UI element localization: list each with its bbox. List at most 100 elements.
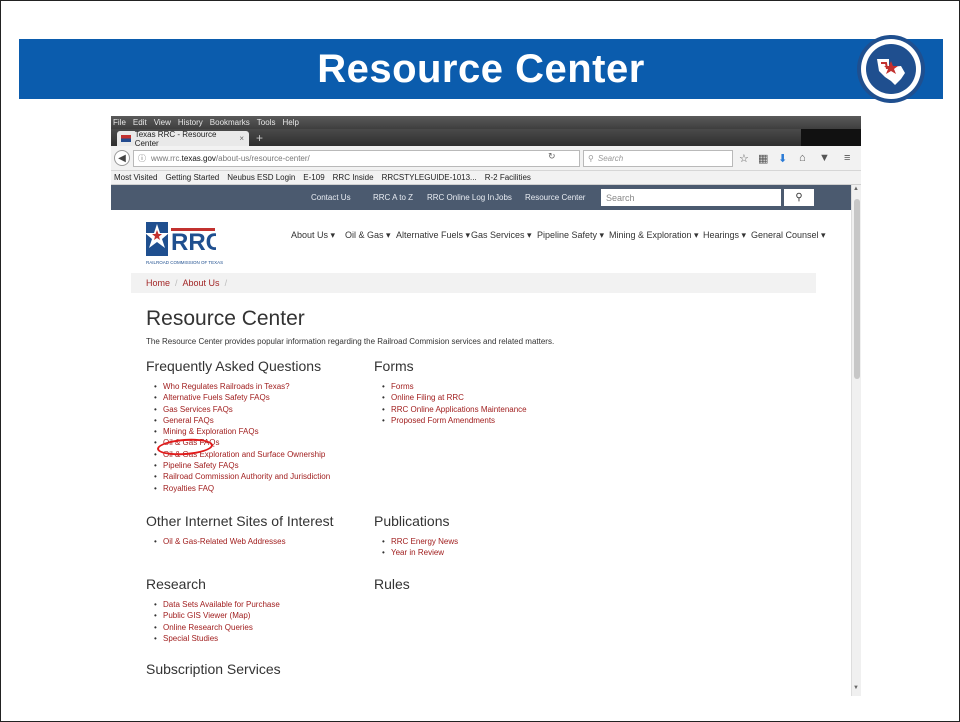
list-item[interactable]: Alternative Fuels Safety FAQs — [153, 392, 330, 404]
scrollbar-thumb[interactable] — [854, 199, 860, 379]
slide-title: Resource Center — [317, 46, 645, 91]
list-item[interactable]: Oil & Gas-Related Web Addresses — [153, 536, 286, 548]
menu-item-help[interactable]: Help — [282, 118, 298, 127]
address-bar[interactable]: ⓘ www.rrc. texas.gov/about-us/resource-ce… — [133, 150, 580, 167]
section-title-other-sites: Other Internet Sites of Interest — [146, 513, 334, 529]
nav-alternative-fuels[interactable]: Alternative Fuels ▾ — [396, 230, 470, 241]
util-link-rrc-a-to-z[interactable]: RRC A to Z — [373, 193, 413, 202]
list-item[interactable]: Proposed Form Amendments — [381, 415, 527, 427]
info-icon[interactable]: ⓘ — [138, 153, 146, 164]
breadcrumb-separator: / — [224, 278, 228, 288]
breadcrumb-home[interactable]: Home — [146, 278, 170, 288]
pocket-icon[interactable]: ▼ — [819, 152, 830, 164]
nav-general-counsel[interactable]: General Counsel ▾ — [751, 230, 826, 241]
browser-search-placeholder: Search — [597, 154, 624, 163]
bookmark-rrc-styleguide[interactable]: RRCSTYLEGUIDE-1013... — [382, 173, 477, 182]
bookmark-neubus-esd-login[interactable]: Neubus ESD Login — [227, 173, 295, 182]
scroll-up-arrow-icon[interactable]: ▲ — [853, 186, 859, 192]
list-item[interactable]: Gas Services FAQs — [153, 404, 330, 416]
reload-icon[interactable]: ↻ — [548, 151, 556, 162]
menu-item-edit[interactable]: Edit — [133, 118, 147, 127]
menu-item-history[interactable]: History — [178, 118, 203, 127]
bookmark-rrc-inside[interactable]: RRC Inside — [333, 173, 374, 182]
bookmark-star-icon[interactable]: ☆ — [739, 152, 749, 165]
nav-mining-exploration[interactable]: Mining & Exploration ▾ — [609, 230, 699, 241]
vertical-scrollbar[interactable]: ▲ ▼ — [851, 185, 861, 696]
search-icon: ⚲ — [795, 192, 803, 203]
bookmark-e-109[interactable]: E-109 — [303, 173, 324, 182]
scroll-down-arrow-icon[interactable]: ▼ — [853, 685, 859, 691]
breadcrumb: Home / About Us / — [131, 273, 816, 293]
site-utility-bar: Contact Us RRC A to Z RRC Online Log In … — [111, 185, 851, 210]
home-icon[interactable]: ⌂ — [799, 152, 806, 164]
bookmark-r2-facilities[interactable]: R-2 Facilities — [485, 173, 531, 182]
faq-list: Who Regulates Railroads in Texas? Altern… — [153, 381, 330, 494]
rrc-logo[interactable]: RRC — [146, 218, 216, 260]
list-item[interactable]: Special Studies — [153, 633, 280, 645]
texas-flag-icon — [121, 135, 131, 142]
rrc-seal-logo — [857, 35, 925, 103]
menu-item-file[interactable]: File — [113, 118, 126, 127]
research-list: Data Sets Available for Purchase Public … — [153, 599, 280, 644]
menu-item-view[interactable]: View — [154, 118, 171, 127]
list-item[interactable]: General FAQs — [153, 415, 330, 427]
list-item[interactable]: Royalties FAQ — [153, 483, 330, 495]
list-item[interactable]: Mining & Exploration FAQs — [153, 426, 330, 438]
bookmark-most-visited[interactable]: Most Visited — [114, 173, 157, 182]
list-item[interactable]: RRC Online Applications Maintenance — [381, 404, 527, 416]
browser-tab-strip: Texas RRC - Resource Center × + — [111, 129, 861, 148]
section-title-subscription: Subscription Services — [146, 661, 281, 677]
url-host: texas.gov — [181, 154, 216, 163]
util-link-contact-us[interactable]: Contact Us — [311, 193, 351, 202]
menu-item-bookmarks[interactable]: Bookmarks — [210, 118, 250, 127]
tab-title: Texas RRC - Resource Center — [134, 129, 217, 148]
list-item[interactable]: Public GIS Viewer (Map) — [153, 610, 280, 622]
nav-gas-services[interactable]: Gas Services ▾ — [471, 230, 532, 241]
page-title: Resource Center — [146, 307, 305, 330]
section-title-publications: Publications — [374, 513, 450, 529]
nav-oil-gas[interactable]: Oil & Gas ▾ — [345, 230, 391, 241]
section-title-forms: Forms — [374, 358, 414, 374]
browser-navigation-bar: ◀ ⓘ www.rrc. texas.gov/about-us/resource-… — [111, 146, 861, 171]
tab-close-icon[interactable]: × — [239, 134, 244, 143]
site-header: RRC RAILROAD COMMISSION OF TEXAS About U… — [111, 210, 851, 268]
window-controls-area — [801, 129, 861, 146]
site-search-button[interactable]: ⚲ — [784, 189, 814, 206]
browser-search-input[interactable]: ⚲ Search — [583, 150, 733, 167]
browser-tab-active[interactable]: Texas RRC - Resource Center × — [117, 129, 249, 148]
back-arrow-icon[interactable]: ◀ — [114, 150, 130, 166]
util-link-resource-center[interactable]: Resource Center — [525, 193, 585, 202]
hamburger-menu-icon[interactable]: ≡ — [844, 152, 850, 164]
nav-about-us[interactable]: About Us ▾ — [291, 230, 335, 241]
reading-list-icon[interactable]: ▦ — [758, 152, 768, 165]
list-item[interactable]: RRC Energy News — [381, 536, 458, 548]
web-page: Contact Us RRC A to Z RRC Online Log In … — [111, 185, 851, 696]
bookmark-getting-started[interactable]: Getting Started — [165, 173, 219, 182]
download-icon[interactable]: ⬇ — [778, 152, 787, 165]
nav-pipeline-safety[interactable]: Pipeline Safety ▾ — [537, 230, 604, 241]
other-sites-list: Oil & Gas-Related Web Addresses — [153, 536, 286, 548]
util-link-jobs[interactable]: Jobs — [495, 193, 512, 202]
util-link-online-log-in[interactable]: RRC Online Log In — [427, 193, 494, 202]
new-tab-button[interactable]: + — [256, 131, 263, 145]
nav-hearings[interactable]: Hearings ▾ — [703, 230, 746, 241]
browser-menu-bar: File Edit View History Bookmarks Tools H… — [111, 116, 861, 129]
site-search-input[interactable]: Search — [601, 189, 781, 206]
list-item[interactable]: Who Regulates Railroads in Texas? — [153, 381, 330, 393]
list-item[interactable]: Year in Review — [381, 547, 458, 559]
url-prefix: www.rrc. — [151, 154, 182, 163]
breadcrumb-about-us[interactable]: About Us — [183, 278, 220, 288]
list-item[interactable]: Pipeline Safety FAQs — [153, 460, 330, 472]
menu-item-tools[interactable]: Tools — [257, 118, 276, 127]
list-item[interactable]: Data Sets Available for Purchase — [153, 599, 280, 611]
forms-list: Forms Online Filing at RRC RRC Online Ap… — [381, 381, 527, 426]
section-title-research: Research — [146, 576, 206, 592]
list-item[interactable]: Railroad Commission Authority and Jurisd… — [153, 471, 330, 483]
logo-subtitle: RAILROAD COMMISSION OF TEXAS — [146, 260, 224, 265]
list-item[interactable]: Online Research Queries — [153, 622, 280, 634]
list-item[interactable]: Online Filing at RRC — [381, 392, 527, 404]
breadcrumb-separator: / — [175, 278, 178, 288]
list-item[interactable]: Forms — [381, 381, 527, 393]
section-title-faq: Frequently Asked Questions — [146, 358, 322, 374]
url-path: /about-us/resource-center/ — [215, 154, 310, 163]
